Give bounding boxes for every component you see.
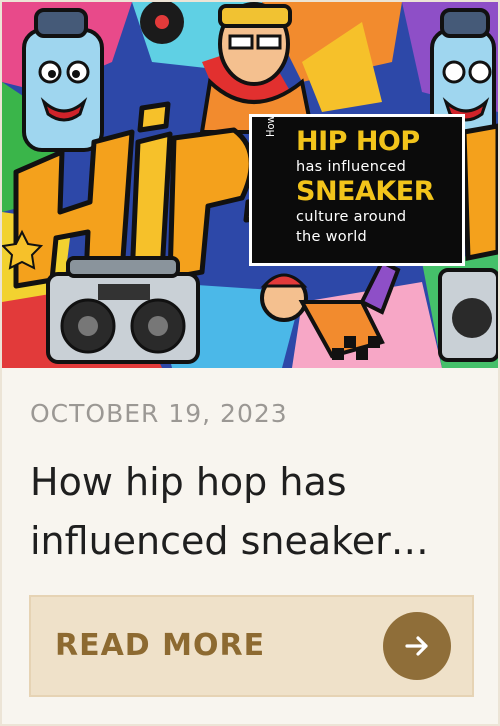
- hero-title-line2: has influenced: [296, 159, 407, 175]
- read-more-button[interactable]: READ MORE: [29, 595, 474, 697]
- hero-title-hiphop: HIP HOP: [296, 126, 420, 157]
- post-date: OCTOBER 19, 2023: [30, 399, 288, 428]
- hero-title-line4: culture around: [296, 209, 407, 225]
- post-title[interactable]: How hip hop has influenced sneaker…: [30, 453, 480, 571]
- hero-illustration[interactable]: How HIP HOP has influenced SNEAKER cultu…: [2, 2, 498, 368]
- hero-title-how: How: [264, 115, 277, 137]
- hero-title-sneaker: SNEAKER: [296, 176, 435, 207]
- post-title-line2[interactable]: influenced sneaker…: [30, 512, 470, 571]
- hero-title-box: How HIP HOP has influenced SNEAKER cultu…: [249, 114, 465, 266]
- hero-title-line5: the world: [296, 229, 368, 245]
- arrow-right-icon[interactable]: [383, 612, 451, 680]
- post-title-line1[interactable]: How hip hop has: [30, 453, 480, 512]
- post-card: How HIP HOP has influenced SNEAKER cultu…: [0, 0, 500, 726]
- read-more-label: READ MORE: [55, 628, 266, 663]
